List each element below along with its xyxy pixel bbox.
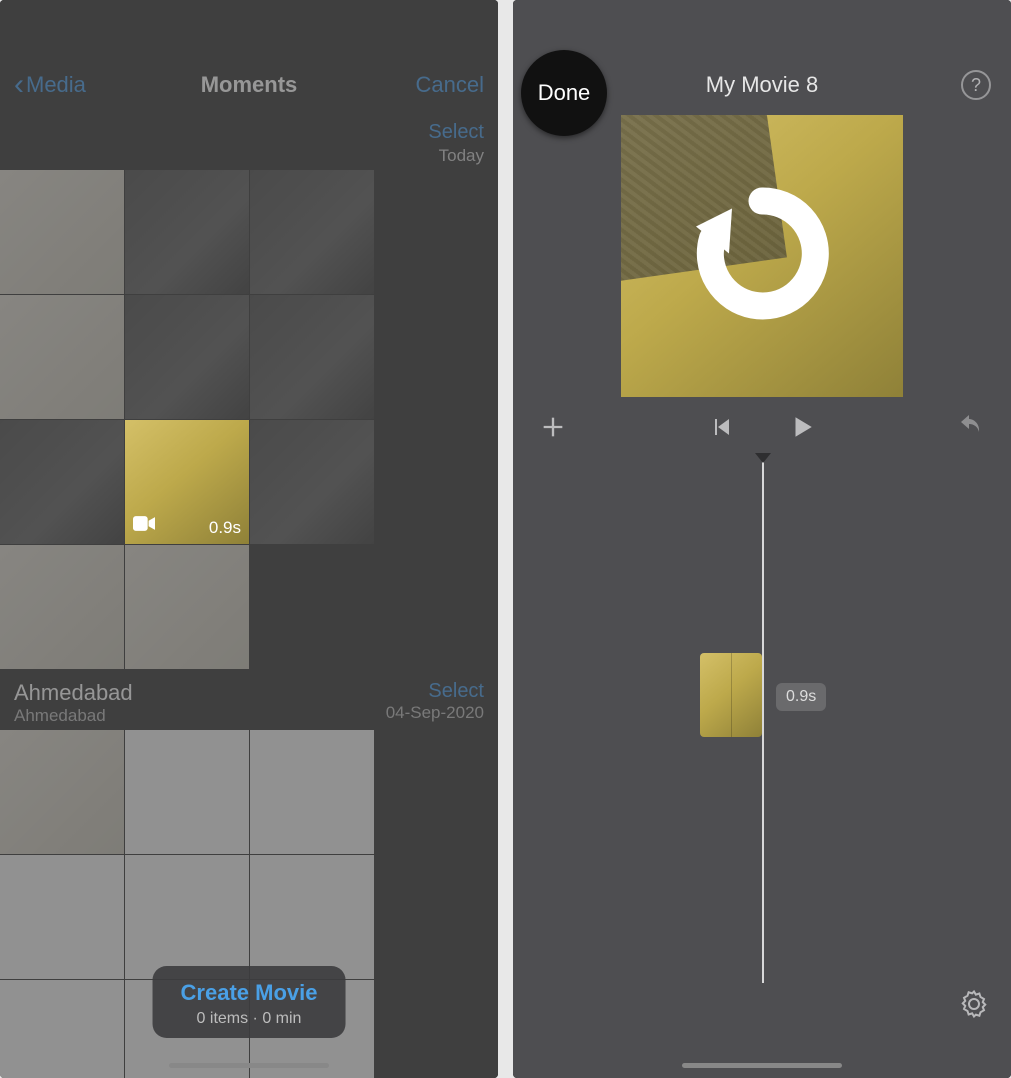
media-thumbnail[interactable] [125,855,249,979]
gear-icon [959,989,989,1019]
media-thumbnail[interactable] [250,295,374,419]
clip-duration: 0.9s [209,518,241,538]
media-thumbnail[interactable] [0,420,124,544]
editor-content: My Movie 8 ? Done [513,0,1011,1078]
cancel-button[interactable]: Cancel [416,72,484,98]
timeline-clip-duration: 0.9s [776,683,826,711]
undo-button[interactable] [957,415,985,439]
select-button[interactable]: Select [386,680,484,703]
section-date: 04-Sep-2020 [386,703,484,723]
section-subtitle: Ahmedabad [14,706,133,726]
back-button[interactable]: ‹ Media [14,68,86,102]
skip-start-button[interactable] [709,414,733,440]
undo-icon [957,415,985,439]
back-label: Media [26,72,86,98]
create-movie-subtitle: 0 items · 0 min [181,1010,318,1028]
media-grid-today: 0.9s [0,170,498,670]
media-thumbnail[interactable] [0,855,124,979]
editor-screen: My Movie 8 ? Done [513,0,1011,1078]
play-icon [789,414,815,440]
selected-video-thumbnail[interactable]: 0.9s [125,420,249,544]
create-movie-title: Create Movie [181,980,318,1006]
timeline-clip[interactable] [700,653,762,737]
plus-icon [539,413,567,441]
help-icon: ? [971,75,981,96]
media-thumbnail[interactable] [0,980,124,1078]
video-preview[interactable] [621,115,903,397]
video-icon [133,516,155,536]
play-button[interactable] [789,414,815,440]
media-thumbnail[interactable] [125,170,249,294]
media-thumbnail[interactable] [0,170,124,294]
create-movie-button[interactable]: Create Movie 0 items · 0 min [153,966,346,1038]
add-media-button[interactable] [539,413,567,441]
media-thumbnail[interactable] [250,420,374,544]
media-thumbnail[interactable] [0,295,124,419]
select-button[interactable]: Select [428,121,484,144]
done-button[interactable]: Done [521,50,607,136]
media-thumbnail[interactable] [250,170,374,294]
media-thumbnail[interactable] [0,545,124,669]
playhead[interactable] [762,453,764,983]
media-thumbnail[interactable] [250,730,374,854]
transport-bar [513,397,1011,453]
media-thumbnail[interactable] [125,545,249,669]
section-subtitle: Today [439,146,484,166]
timeline[interactable]: 0.9s [513,453,1011,1013]
settings-button[interactable] [959,989,989,1024]
help-button[interactable]: ? [961,70,991,100]
media-thumbnail[interactable] [125,295,249,419]
home-indicator[interactable] [169,1063,329,1068]
home-indicator[interactable] [682,1063,842,1068]
skip-previous-icon [709,415,733,439]
section-header-today: Select Today [0,115,498,170]
media-thumbnail[interactable] [125,730,249,854]
media-picker-screen: ‹ Media Moments Cancel Select Today 0.9s [0,0,498,1078]
media-thumbnail[interactable] [250,855,374,979]
media-thumbnail[interactable] [0,730,124,854]
chevron-left-icon: ‹ [14,68,24,102]
nav-bar: ‹ Media Moments Cancel [0,55,498,115]
section-title: Ahmedabad [14,680,133,706]
rotate-ccw-icon [687,179,837,334]
section-header-ahmedabad: Ahmedabad Ahmedabad Select 04-Sep-2020 [0,670,498,730]
project-title: My Movie 8 [706,72,818,98]
done-label: Done [538,80,591,106]
media-picker-content: ‹ Media Moments Cancel Select Today 0.9s [0,0,498,1078]
